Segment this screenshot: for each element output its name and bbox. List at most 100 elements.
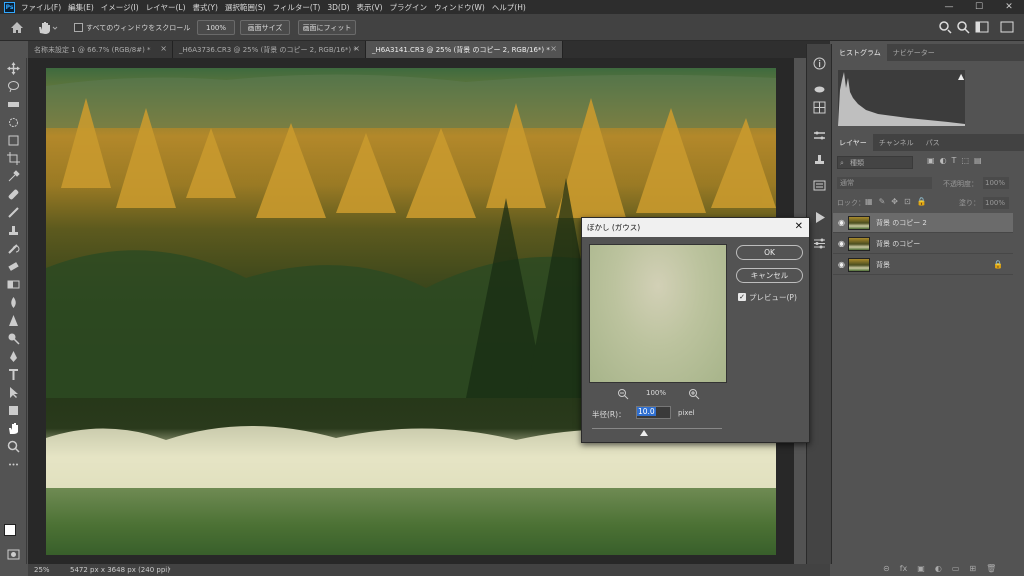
zoom-level[interactable]: 25% (34, 566, 50, 574)
lock-transparent-icon[interactable]: ▦ (865, 197, 873, 206)
tab-histogram[interactable]: ヒストグラム (833, 44, 887, 61)
visibility-eye-icon[interactable]: ◉ (838, 239, 845, 248)
path-selection-tool-icon[interactable] (6, 386, 21, 399)
frame-tool-icon[interactable] (6, 134, 21, 147)
workspace-icon[interactable] (975, 20, 989, 34)
actions-play-icon[interactable] (812, 210, 827, 225)
home-icon[interactable] (9, 20, 25, 35)
sharpen-tool-icon[interactable] (6, 314, 21, 327)
link-layers-icon[interactable]: ⊝ (883, 564, 890, 573)
pixel-filter-icon[interactable]: ▣ (927, 156, 935, 169)
gradient-tool-icon[interactable] (6, 278, 21, 291)
warning-icon[interactable]: ▲ (958, 72, 964, 81)
blend-mode-select[interactable]: 通常 (837, 177, 932, 189)
tab-layers[interactable]: レイヤー (833, 134, 873, 151)
radius-input[interactable]: 10.0 (636, 406, 671, 419)
clone-stamp-tool-icon[interactable] (6, 224, 21, 237)
delete-layer-icon[interactable]: 🗑 (986, 564, 996, 573)
channels-mixer-icon[interactable] (812, 236, 827, 251)
zoom-tool-icon[interactable] (6, 440, 21, 453)
layer-row[interactable]: ◉ 背景 のコピー 2 (833, 213, 1013, 233)
doc-tab-3141[interactable]: _H6A3141.CR3 @ 25% (背景 のコピー 2, RGB/16*) … (366, 41, 563, 58)
layer-filter-search[interactable]: ⌕ 種類 (837, 156, 913, 169)
menu-help[interactable]: ヘルプ(H) (492, 2, 526, 13)
brush-tool-icon[interactable] (6, 206, 21, 219)
quick-select-tool-icon[interactable] (6, 116, 21, 129)
radius-slider-track[interactable] (592, 428, 722, 429)
ruler-tool-icon[interactable] (6, 98, 21, 111)
visibility-eye-icon[interactable]: ◉ (838, 218, 845, 227)
close-tab-icon[interactable]: × (160, 44, 167, 53)
ok-button[interactable]: OK (736, 245, 803, 260)
opacity-field[interactable]: 100% (983, 177, 1009, 189)
healing-brush-tool-icon[interactable] (6, 188, 21, 201)
fill-field[interactable]: 100% (983, 197, 1009, 209)
layer-row[interactable]: ◉ 背景 🔒 (833, 255, 1013, 275)
menu-select[interactable]: 選択範囲(S) (225, 2, 266, 13)
close-tab-icon[interactable]: × (353, 44, 360, 53)
fill-screen-button[interactable]: 画面にフィット (298, 20, 356, 35)
adjustment-filter-icon[interactable]: ◐ (940, 156, 947, 169)
type-filter-icon[interactable]: T (952, 156, 957, 169)
smart-object-filter-icon[interactable]: ▤ (974, 156, 982, 169)
menu-layer[interactable]: レイヤー(L) (146, 2, 186, 13)
close-tab-icon[interactable]: × (550, 44, 557, 53)
add-mask-icon[interactable]: ▣ (917, 564, 925, 573)
lock-all-icon[interactable]: 🔒 (917, 197, 927, 206)
menu-image[interactable]: イメージ(I) (101, 2, 139, 13)
shape-tool-icon[interactable] (6, 404, 21, 417)
dodge-tool-icon[interactable] (6, 332, 21, 345)
dialog-close-icon[interactable]: ✕ (795, 221, 803, 232)
pen-tool-icon[interactable] (6, 350, 21, 363)
menu-plugins[interactable]: プラグイン (390, 2, 428, 13)
eraser-tool-icon[interactable] (6, 260, 21, 273)
more-tools-icon[interactable] (6, 458, 21, 471)
clone-source-icon[interactable] (812, 152, 827, 167)
radius-slider-handle[interactable] (640, 430, 648, 436)
minimize-button[interactable]: — (934, 0, 964, 14)
blur-preview[interactable] (589, 244, 727, 383)
lock-paint-icon[interactable]: ✎ (879, 197, 886, 206)
new-layer-icon[interactable]: ⊞ (969, 564, 976, 573)
doc-tab-untitled[interactable]: 名称未設定 1 @ 66.7% (RGB/8#) * × (28, 41, 173, 58)
history-brush-tool-icon[interactable] (6, 242, 21, 255)
share-icon[interactable] (938, 20, 952, 34)
hand-tool-preset-icon[interactable] (36, 20, 58, 35)
menu-window[interactable]: ウィンドウ(W) (434, 2, 485, 13)
scroll-all-checkbox[interactable] (74, 23, 83, 32)
zoom-in-icon[interactable] (688, 388, 700, 400)
type-tool-icon[interactable] (6, 368, 21, 381)
dialog-title-bar[interactable]: ぼかし (ガウス) ✕ (582, 218, 809, 237)
fit-screen-button[interactable]: 画面サイズ (240, 20, 290, 35)
visibility-eye-icon[interactable]: ◉ (838, 260, 845, 269)
tab-channels[interactable]: チャンネル (873, 134, 920, 151)
tab-navigator[interactable]: ナビゲーター (887, 44, 941, 61)
zoom-out-icon[interactable] (617, 388, 629, 400)
menu-file[interactable]: ファイル(F) (21, 2, 61, 13)
fx-icon[interactable]: fx (900, 564, 908, 573)
doc-tab-3736[interactable]: _H6A3736.CR3 @ 25% (背景 のコピー 2, RGB/16*) … (173, 41, 366, 58)
menu-type[interactable]: 書式(Y) (193, 2, 218, 13)
lasso-tool-icon[interactable] (6, 80, 21, 93)
adjustments-icon[interactable] (812, 128, 827, 143)
shape-filter-icon[interactable]: ⬚ (961, 156, 969, 169)
properties-icon[interactable] (812, 178, 827, 193)
adjustment-layer-icon[interactable]: ◐ (935, 564, 942, 573)
tab-paths[interactable]: パス (920, 134, 946, 151)
menu-3d[interactable]: 3D(D) (327, 3, 349, 12)
maximize-button[interactable]: ☐ (964, 0, 994, 14)
crop-tool-icon[interactable] (6, 152, 21, 165)
swatches-icon[interactable] (812, 100, 827, 115)
eyedropper-tool-icon[interactable] (6, 170, 21, 183)
quick-mask-icon[interactable] (6, 548, 21, 561)
lock-artboard-icon[interactable]: ⊡ (904, 197, 911, 206)
menu-edit[interactable]: 編集(E) (68, 2, 94, 13)
new-group-icon[interactable]: ▭ (952, 564, 960, 573)
move-tool-icon[interactable] (6, 62, 21, 75)
foreground-color-swatch[interactable] (4, 524, 16, 536)
libraries-icon[interactable] (812, 82, 827, 97)
hand-tool-icon[interactable] (6, 422, 21, 435)
layer-row[interactable]: ◉ 背景 のコピー (833, 234, 1013, 254)
cancel-button[interactable]: キャンセル (736, 268, 803, 283)
close-window-button[interactable]: ✕ (994, 0, 1024, 14)
